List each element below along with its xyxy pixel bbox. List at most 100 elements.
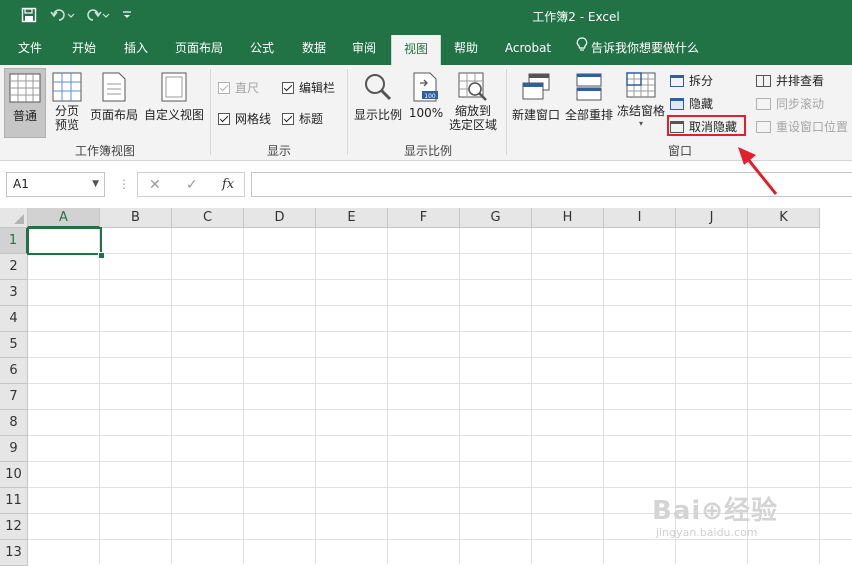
column-header[interactable]: G: [460, 208, 532, 228]
sync-scroll-icon: [756, 97, 771, 110]
headings-checkbox[interactable]: 标题: [282, 110, 323, 127]
side-by-side-icon: [756, 74, 771, 87]
view-side-by-side-button[interactable]: 并排查看: [756, 72, 824, 89]
tab-view[interactable]: 视图: [391, 35, 441, 65]
ribbon: 普通 分页 预览 页面布局 自定义视图 工作簿视图 直尺 编辑栏 网格线 标题 显…: [0, 65, 852, 161]
row-header[interactable]: 3: [0, 280, 28, 306]
row-header[interactable]: 11: [0, 488, 28, 514]
enter-icon[interactable]: ✓: [186, 177, 198, 193]
gridlines-checkbox[interactable]: 网格线: [218, 110, 271, 127]
insert-function-icon[interactable]: fx: [222, 177, 234, 192]
watermark-sub-text: jingyan.baidu.com: [656, 526, 758, 539]
row-header[interactable]: 4: [0, 306, 28, 332]
page-break-label-2: 预览: [54, 118, 79, 132]
row-header[interactable]: 10: [0, 462, 28, 488]
formula-bar: A1 ▼ ⋮ ✕ ✓ fx: [0, 161, 852, 208]
zoom-100-button[interactable]: 100 100%: [408, 68, 444, 138]
zoom-selection-label-1: 缩放到: [454, 104, 491, 118]
column-header[interactable]: I: [604, 208, 676, 228]
zoom-badge-text: 100: [424, 93, 436, 100]
new-window-button[interactable]: 新建窗口: [510, 68, 562, 138]
row-header[interactable]: 2: [0, 254, 28, 280]
name-box[interactable]: A1 ▼: [6, 172, 105, 197]
formula-bar-grip-icon[interactable]: ⋮: [118, 177, 130, 191]
chevron-down-icon[interactable]: ▼: [92, 173, 99, 196]
hide-label: 隐藏: [689, 97, 714, 111]
arrange-all-button[interactable]: 全部重排: [563, 68, 615, 138]
split-button[interactable]: 拆分: [670, 72, 713, 89]
zoom-selection-icon: [458, 72, 487, 101]
tab-page-layout[interactable]: 页面布局: [168, 33, 230, 65]
normal-view-icon: [9, 73, 41, 103]
cancel-icon[interactable]: ✕: [149, 177, 161, 193]
split-label: 拆分: [689, 74, 714, 88]
column-header[interactable]: J: [676, 208, 748, 228]
tab-review[interactable]: 审阅: [342, 33, 386, 65]
hide-icon: [670, 97, 684, 110]
chevron-down-icon: ▾: [638, 119, 643, 128]
tab-formulas[interactable]: 公式: [240, 33, 284, 65]
zoom-100-icon: 100: [413, 72, 438, 102]
row-header[interactable]: 8: [0, 410, 28, 436]
zoom-100-label: 100%: [408, 106, 444, 120]
row-header[interactable]: 13: [0, 540, 28, 566]
column-header[interactable]: K: [748, 208, 820, 228]
column-header[interactable]: A: [28, 208, 100, 228]
tell-me-search[interactable]: 告诉我你想要做什么: [576, 33, 716, 65]
active-cell-a1[interactable]: [27, 227, 102, 255]
reset-position-label: 重设窗口位置: [776, 120, 849, 134]
ruler-check-icon: [218, 81, 230, 94]
zoom-to-selection-button[interactable]: 缩放到 选定区域: [446, 68, 500, 138]
column-header[interactable]: F: [388, 208, 460, 228]
tab-acrobat[interactable]: Acrobat: [500, 33, 556, 65]
column-header[interactable]: D: [244, 208, 316, 228]
ribbon-tabs: 文件 开始 插入 页面布局 公式 数据 审阅 视图 帮助 Acrobat 告诉我…: [0, 33, 852, 65]
row-header[interactable]: 1: [0, 228, 28, 254]
watermark-logo: Bai⊕经验 jingyan.baidu.com: [652, 488, 832, 548]
normal-view-button[interactable]: 普通: [4, 68, 46, 138]
annotation-arrow-icon: [738, 147, 778, 195]
column-header[interactable]: H: [532, 208, 604, 228]
row-header[interactable]: 6: [0, 358, 28, 384]
row-header[interactable]: 5: [0, 332, 28, 358]
arrange-all-icon: [576, 73, 602, 101]
formula-bar-checkbox[interactable]: 编辑栏: [282, 79, 335, 96]
page-layout-label: 页面布局: [89, 108, 138, 122]
page-break-preview-button[interactable]: 分页 预览: [48, 68, 86, 138]
tab-insert[interactable]: 插入: [114, 33, 158, 65]
workbook-views-group-label: 工作簿视图: [74, 144, 135, 158]
tab-help[interactable]: 帮助: [444, 33, 488, 65]
zoom-label: 显示比例: [353, 108, 402, 122]
hide-button[interactable]: 隐藏: [670, 95, 713, 112]
tab-home[interactable]: 开始: [62, 33, 106, 65]
ruler-label: 直尺: [235, 81, 260, 95]
row-header[interactable]: 7: [0, 384, 28, 410]
unhide-highlight-box: [667, 115, 746, 136]
window-group-label: 窗口: [667, 144, 692, 158]
sync-scroll-label: 同步滚动: [776, 97, 825, 111]
synchronous-scrolling-button[interactable]: 同步滚动: [756, 95, 824, 112]
group-separator: [210, 69, 211, 155]
freeze-panes-button[interactable]: 冻结窗格 ▾: [616, 68, 666, 138]
fill-handle[interactable]: [98, 252, 105, 259]
formula-buttons: ✕ ✓ fx: [137, 172, 245, 197]
zoom-group-label: 显示比例: [403, 144, 452, 158]
formula-bar-check-icon: [282, 81, 294, 94]
zoom-button[interactable]: 显示比例: [352, 68, 404, 138]
tab-file[interactable]: 文件: [8, 33, 52, 65]
select-all-button[interactable]: [0, 208, 28, 228]
column-header[interactable]: C: [172, 208, 244, 228]
ruler-checkbox[interactable]: 直尺: [218, 79, 259, 96]
column-header[interactable]: B: [100, 208, 172, 228]
row-header[interactable]: 12: [0, 514, 28, 540]
column-header[interactable]: E: [316, 208, 388, 228]
custom-views-button[interactable]: 自定义视图: [142, 68, 206, 138]
reset-window-position-button[interactable]: 重设窗口位置: [756, 118, 848, 135]
page-break-label-1: 分页: [54, 104, 79, 118]
custom-views-label: 自定义视图: [143, 108, 204, 122]
formula-bar-label: 编辑栏: [299, 81, 336, 95]
row-header[interactable]: 9: [0, 436, 28, 462]
tell-me-label: 告诉我你想要做什么: [591, 41, 700, 55]
page-layout-view-button[interactable]: 页面布局: [88, 68, 140, 138]
tab-data[interactable]: 数据: [292, 33, 336, 65]
